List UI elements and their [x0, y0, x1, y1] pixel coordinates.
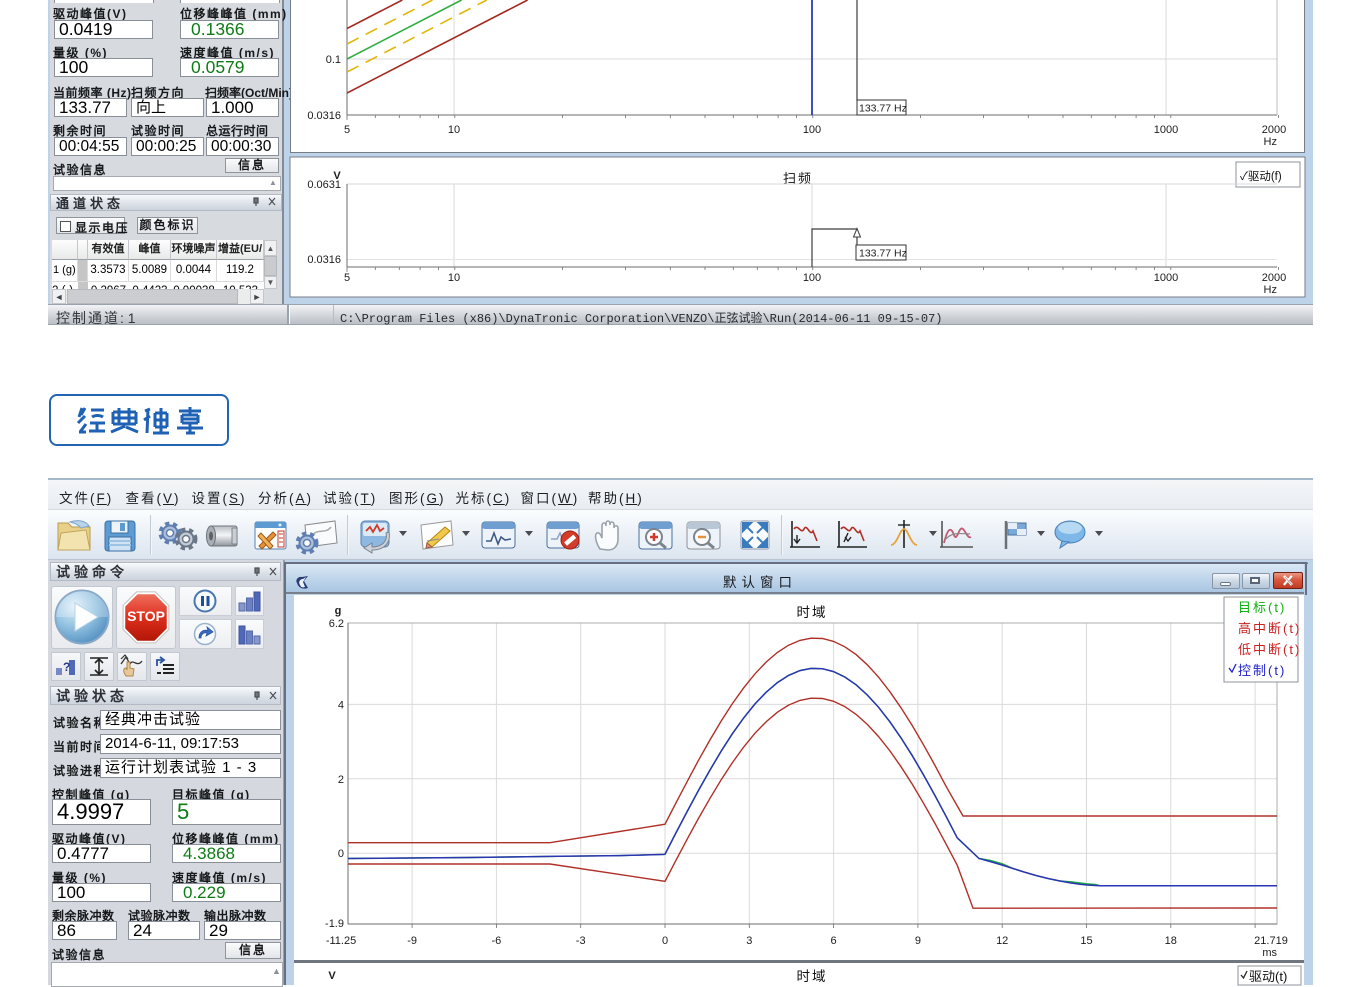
svg-text:V: V	[328, 970, 336, 982]
svg-text:-3: -3	[576, 935, 586, 947]
svg-text:9: 9	[915, 935, 921, 947]
svg-text:时域: 时域	[797, 969, 828, 984]
svg-text:-1.9: -1.9	[325, 918, 344, 930]
svg-text:2: 2	[338, 774, 344, 786]
svg-text:-11.25: -11.25	[326, 935, 356, 947]
svg-text:4: 4	[338, 699, 344, 711]
svg-text:低中断(t): 低中断(t)	[1238, 642, 1301, 657]
svg-text:驱动(t): 驱动(t)	[1249, 969, 1287, 984]
svg-text:ms: ms	[1262, 947, 1277, 959]
svg-text:-6: -6	[492, 935, 502, 947]
svg-text:高中断(t): 高中断(t)	[1238, 621, 1301, 636]
svg-text:18: 18	[1165, 935, 1177, 947]
svg-text:6.2: 6.2	[329, 618, 344, 630]
svg-text:时域: 时域	[797, 605, 828, 620]
svg-text:15: 15	[1080, 935, 1092, 947]
svg-text:12: 12	[996, 935, 1008, 947]
svg-text:6: 6	[831, 935, 837, 947]
svg-text:0: 0	[338, 848, 344, 860]
svg-text:-9: -9	[407, 935, 417, 947]
svg-text:0: 0	[662, 935, 668, 947]
svg-text:控制(t): 控制(t)	[1238, 663, 1286, 678]
svg-text:3: 3	[746, 935, 752, 947]
svg-text:g: g	[335, 605, 342, 617]
svg-text:21.719: 21.719	[1254, 935, 1288, 947]
svg-text:目标(t): 目标(t)	[1238, 600, 1286, 615]
